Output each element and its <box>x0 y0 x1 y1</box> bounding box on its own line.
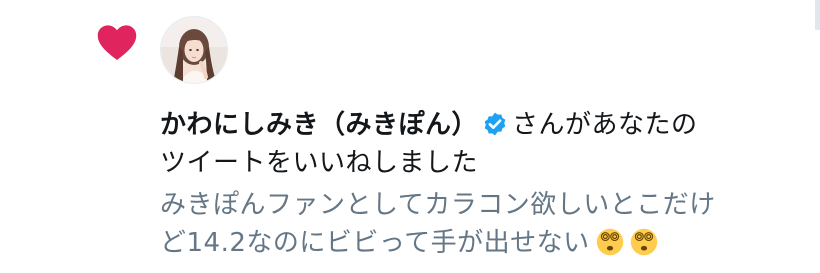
like-notification[interactable]: かわにしみき（みきぽん） さんがあなたの ツイートをいいねしました みきぽんファ… <box>0 0 820 273</box>
action-text-part-1: さんがあなたの <box>512 110 698 140</box>
headline-line-1: かわにしみき（みきぽん） さんがあなたの <box>160 106 800 144</box>
liked-tweet-text[interactable]: みきぽんファンとしてカラコン欲しいとこだけ ど14.2なのにビビって手が出せない <box>160 186 800 262</box>
heart-icon <box>97 25 137 61</box>
display-name[interactable]: かわにしみき（みきぽん） <box>160 110 478 140</box>
avatar-photo <box>161 17 227 83</box>
tweet-text-line-2: ど14.2なのにビビって手が出せない <box>160 228 590 258</box>
dizzy-face-icon <box>630 228 657 256</box>
avatar[interactable] <box>160 16 228 84</box>
tweet-text-line-2-row: ど14.2なのにビビって手が出せない <box>160 224 800 262</box>
action-text-part-2: ツイートをいいねしました <box>160 148 479 178</box>
tweet-text-line-1: みきぽんファンとしてカラコン欲しいとこだけ <box>160 190 716 220</box>
notification-headline: かわにしみき（みきぽん） さんがあなたの ツイートをいいねしました <box>160 106 800 182</box>
scroll-edge <box>815 0 820 30</box>
verified-badge-icon <box>484 112 506 136</box>
headline-line-2: ツイートをいいねしました <box>160 144 800 182</box>
dizzy-face-icon <box>596 228 623 256</box>
